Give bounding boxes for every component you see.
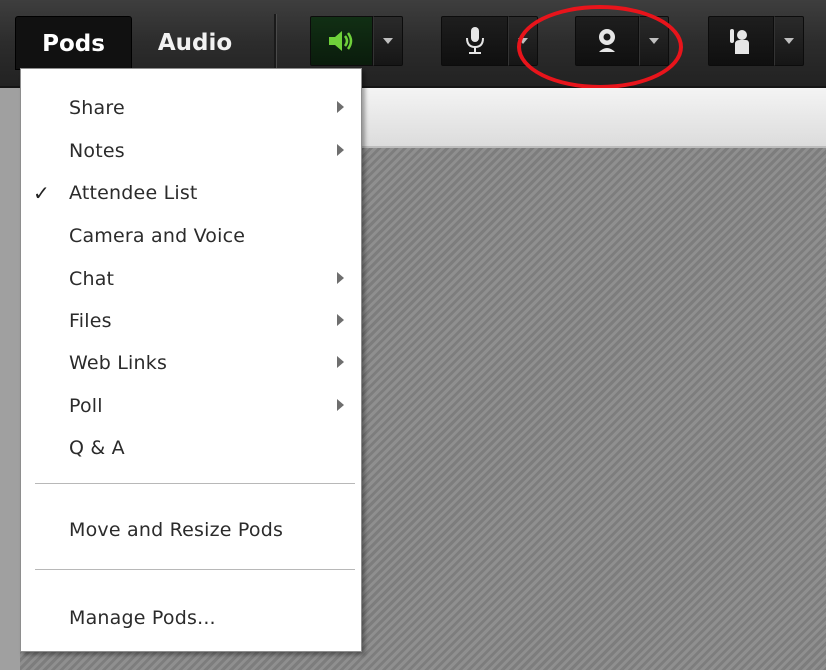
raise-hand-icon — [730, 29, 749, 54]
webcam-button[interactable] — [575, 16, 639, 66]
menu-item-label: Chat — [69, 268, 115, 290]
raise-hand-dropdown-button[interactable] — [774, 16, 804, 66]
microphone-dropdown-button[interactable] — [508, 16, 538, 66]
menu-item-poll[interactable]: Poll — [21, 385, 361, 425]
menu-item-camera-and-voice[interactable]: Camera and Voice — [21, 215, 361, 255]
toolbar-divider — [274, 14, 277, 72]
checkmark-icon: ✓ — [33, 181, 50, 205]
menu-item-label: Poll — [69, 395, 103, 417]
menu-item-chat[interactable]: Chat — [21, 258, 361, 298]
speaker-button[interactable] — [310, 16, 373, 66]
chevron-down-icon — [784, 38, 794, 44]
submenu-arrow-icon — [337, 144, 344, 156]
menu-item-notes[interactable]: Notes — [21, 130, 361, 170]
menu-item-label: Camera and Voice — [69, 225, 246, 247]
microphone-icon — [465, 27, 484, 54]
menu-item-label: Manage Pods... — [69, 607, 216, 629]
chevron-down-icon — [649, 38, 659, 44]
raise-hand-button[interactable] — [708, 16, 774, 66]
menu-item-label: Files — [69, 310, 112, 332]
submenu-arrow-icon — [337, 272, 344, 284]
microphone-button[interactable] — [441, 16, 508, 66]
speaker-control — [310, 16, 403, 66]
submenu-arrow-icon — [337, 101, 344, 113]
menu-item-move-and-resize-pods[interactable]: Move and Resize Pods — [21, 509, 361, 549]
menu-item-label: Attendee List — [69, 182, 198, 204]
chevron-down-icon — [383, 38, 393, 44]
pods-dropdown-menu: Share Notes ✓ Attendee List Camera and V… — [20, 68, 362, 652]
submenu-arrow-icon — [337, 314, 344, 326]
menu-item-label: Web Links — [69, 352, 168, 374]
menu-item-web-links[interactable]: Web Links — [21, 342, 361, 382]
menu-item-label: Move and Resize Pods — [69, 519, 284, 541]
submenu-arrow-icon — [337, 356, 344, 368]
menu-separator — [35, 483, 355, 484]
menu-item-attendee-list[interactable]: ✓ Attendee List — [21, 172, 361, 212]
chevron-down-icon — [518, 38, 528, 44]
webcam-icon — [599, 29, 615, 52]
webcam-dropdown-button[interactable] — [639, 16, 669, 66]
webcam-control — [575, 16, 669, 66]
menu-item-label: Q & A — [69, 437, 125, 459]
submenu-arrow-icon — [337, 399, 344, 411]
microphone-control — [441, 16, 538, 66]
menu-separator — [35, 569, 355, 570]
menu-item-label: Share — [69, 97, 125, 119]
raise-hand-control — [708, 16, 804, 66]
pods-menu-button[interactable]: Pods — [15, 16, 132, 70]
stage-left-edge — [0, 88, 20, 670]
menu-item-label: Notes — [69, 140, 125, 162]
speaker-icon — [328, 31, 352, 51]
menu-item-manage-pods[interactable]: Manage Pods... — [21, 597, 361, 637]
menu-item-share[interactable]: Share — [21, 87, 361, 127]
menu-item-q-and-a[interactable]: Q & A — [21, 427, 361, 467]
menu-item-files[interactable]: Files — [21, 300, 361, 340]
audio-menu-button[interactable]: Audio — [140, 16, 250, 70]
speaker-dropdown-button[interactable] — [373, 16, 403, 66]
